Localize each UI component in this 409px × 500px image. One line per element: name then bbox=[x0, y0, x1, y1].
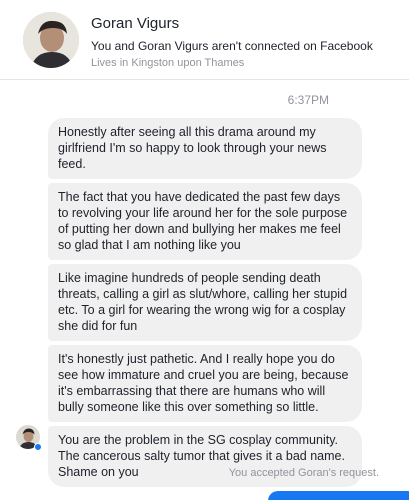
message-bubble[interactable]: It's honestly just pathetic. And I reall… bbox=[48, 345, 362, 422]
message-bubble[interactable]: Like imagine hundreds of people sending … bbox=[48, 264, 362, 341]
message-bubble[interactable]: Honestly after seeing all this drama aro… bbox=[48, 118, 362, 179]
message-bubble[interactable]: The fact that you have dedicated the pas… bbox=[48, 183, 362, 260]
conversation-header: Goran Vigurs You and Goran Vigurs aren't… bbox=[0, 0, 409, 80]
active-status-icon bbox=[34, 443, 42, 451]
chat-window: Goran Vigurs You and Goran Vigurs aren't… bbox=[0, 0, 409, 500]
message-group: Honestly after seeing all this drama aro… bbox=[48, 118, 362, 491]
outgoing-message-bubble[interactable] bbox=[268, 491, 409, 500]
request-accepted-notice: You accepted Goran's request. bbox=[228, 467, 379, 479]
contact-location: Lives in Kingston upon Thames bbox=[91, 57, 245, 69]
connection-status: You and Goran Vigurs aren't connected on… bbox=[91, 39, 373, 53]
message-timestamp: 6:37PM bbox=[287, 93, 329, 107]
contact-name[interactable]: Goran Vigurs bbox=[91, 15, 179, 32]
profile-avatar[interactable] bbox=[23, 12, 79, 68]
profile-photo-icon bbox=[23, 12, 79, 68]
